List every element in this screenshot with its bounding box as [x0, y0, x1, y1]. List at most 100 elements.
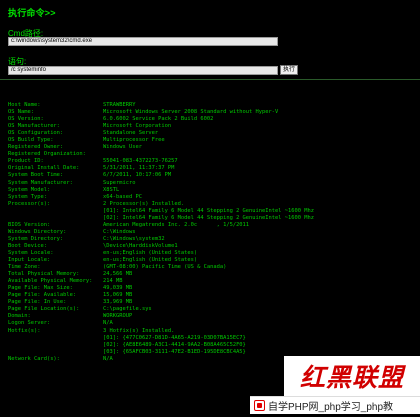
sysinfo-value: N/A [103, 320, 113, 327]
sysinfo-key: Processor(s): [8, 200, 51, 207]
sysinfo-row: [03]: {65AFCB03-3111-47E2-B1ED-195DE8CBC… [8, 349, 314, 356]
sysinfo-row: [01]: Intel64 Family 6 Model 44 Stepping… [8, 208, 314, 215]
sysinfo-value: 6/7/2011, 10:17:06 PM [103, 172, 172, 179]
sysinfo-row: Hotfix(s): 3 Hotfix(s) Installed. [8, 328, 314, 335]
systeminfo-output: Host Name: STRAWBERRY OS Name: Microsoft Wi… [8, 102, 314, 363]
sysinfo-key: Total Physical Memory: [8, 271, 80, 278]
sysinfo-row: Time Zone: (GMT-08:00) Pacific Time (US &… [8, 264, 314, 271]
sysinfo-key: Page File: Max Size: [8, 285, 73, 292]
sysinfo-row: OS Version: 6.0.6002 Service Pack 2 Build… [8, 116, 314, 123]
sysinfo-row: OS Configuration: Standalone Server [8, 130, 314, 137]
sysinfo-value: 5/31/2011, 11:37:37 PM [103, 165, 175, 172]
sysinfo-row: Total Physical Memory: 24,566 MB [8, 271, 314, 278]
sysinfo-row: Page File: In Use: 33,969 MB [8, 299, 314, 306]
sysinfo-key: Time Zone: [8, 264, 41, 271]
sysinfo-key: OS Configuration: [8, 130, 64, 137]
sysinfo-key: Original Install Date: [8, 165, 80, 172]
sysinfo-value: Standalone Server [103, 130, 159, 137]
sysinfo-value: Microsoft Windows Server 2008 Standard w… [103, 109, 279, 116]
sysinfo-row: [02]: {AE8E6489-A3C1-4414-9AA2-B08A465C5… [8, 342, 314, 349]
sysinfo-value: X8STL [103, 186, 120, 193]
sysinfo-value: 214 MB [103, 278, 123, 285]
sysinfo-value: WORKGROUP [103, 313, 133, 320]
sysinfo-value: 6.0.6002 Service Pack 2 Build 6002 [103, 116, 214, 123]
sysinfo-row: System Model: X8STL [8, 187, 314, 194]
sysinfo-row: [01]: {477C0627-D81D-4A65-A219-03D07BA15… [8, 335, 314, 342]
sysinfo-key [8, 342, 103, 349]
sysinfo-key: OS Version: [8, 116, 44, 123]
sysinfo-row: Domain: WORKGROUP [8, 313, 314, 320]
sysinfo-value: [02]: {AE8E6489-A3C1-4414-9AA2-B08A465C5… [103, 341, 246, 348]
sysinfo-key: System Locale: [8, 249, 54, 256]
sysinfo-row: System Manufacturer: Supermicro [8, 180, 314, 187]
sysinfo-value: [02]: Intel64 Family 6 Model 44 Stepping… [103, 214, 314, 221]
sysinfo-row: OS Build Type: Multiprocessor Free [8, 137, 314, 144]
sysinfo-row: Page File: Available: 15,069 MB [8, 292, 314, 299]
cmd-path-input[interactable]: c:\windows\system32\cmd.exe [8, 37, 278, 46]
sysinfo-key: Page File: In Use: [8, 299, 67, 306]
sysinfo-value: 2 Processor(s) Installed. [103, 200, 185, 207]
watermark-icon [254, 400, 265, 411]
sysinfo-value: en-us;English (United States) [103, 257, 198, 264]
sysinfo-value: C:\pagefile.sys [103, 306, 152, 313]
sysinfo-row: System Boot Time: 6/7/2011, 10:17:06 PM [8, 172, 314, 179]
sysinfo-row: Original Install Date: 5/31/2011, 11:37:3… [8, 165, 314, 172]
sysinfo-value: Microsoft Corporation [103, 123, 172, 130]
sysinfo-row: Registered Owner: Windows User [8, 144, 314, 151]
sysinfo-key: Page File: Available: [8, 292, 77, 299]
sysinfo-key: Network Card(s): [8, 355, 60, 362]
sysinfo-value: 15,069 MB [103, 292, 133, 299]
sysinfo-row: Host Name: STRAWBERRY [8, 102, 314, 109]
sysinfo-row: Page File: Max Size: 49,039 MB [8, 285, 314, 292]
sysinfo-value: [01]: {477C0627-D81D-4A65-A219-03D07BA15… [103, 334, 246, 341]
sysinfo-value: 49,039 MB [103, 285, 133, 292]
sysinfo-row: Input Locale: en-us;English (United State… [8, 257, 314, 264]
sysinfo-row: System Locale: en-us;English (United Stat… [8, 250, 314, 257]
command-input[interactable]: /c systeminfo [8, 66, 278, 75]
sysinfo-value: STRAWBERRY [103, 102, 136, 108]
sysinfo-row: Windows Directory: C:\Windows [8, 229, 314, 236]
sysinfo-key: System Directory: [8, 235, 64, 242]
sysinfo-key: System Model: [8, 186, 51, 193]
sysinfo-key: Page File Location(s): [8, 306, 80, 313]
site-logo: 红黑联盟 [284, 356, 420, 396]
sysinfo-key: Product ID: [8, 158, 44, 165]
sysinfo-key: Registered Organization: [8, 151, 86, 158]
sysinfo-value: 3 Hotfix(s) Installed. [103, 327, 175, 334]
sysinfo-value: C:\Windows\system32 [103, 235, 165, 242]
sysinfo-row: Processor(s): 2 Processor(s) Installed. [8, 201, 314, 208]
sysinfo-row: Available Physical Memory: 214 MB [8, 278, 314, 285]
sysinfo-row: OS Manufacturer: Microsoft Corporation [8, 123, 314, 130]
sysinfo-value: (GMT-08:00) Pacific Time (US & Canada) [103, 264, 227, 271]
sysinfo-key: Hotfix(s): [8, 327, 41, 334]
sysinfo-key: Available Physical Memory: [8, 278, 93, 285]
sysinfo-key: Registered Owner: [8, 144, 64, 151]
sysinfo-row: System Directory: C:\Windows\system32 [8, 236, 314, 243]
watermark-banner: 自学PHP网_php学习_php教 [250, 396, 420, 414]
sysinfo-key: BIOS Version: [8, 221, 51, 228]
sysinfo-key: System Boot Time: [8, 172, 64, 179]
sysinfo-key: Host Name: [8, 102, 41, 108]
sysinfo-key: Domain: [8, 313, 31, 320]
sysinfo-value: 55041-083-4372273-76257 [103, 158, 178, 165]
execute-button[interactable]: 执行 [280, 65, 298, 75]
sysinfo-key: Input Locale: [8, 257, 51, 264]
sysinfo-key: Boot Device: [8, 242, 47, 249]
sysinfo-key: Logon Server: [8, 320, 51, 327]
sysinfo-key [8, 349, 103, 356]
sysinfo-key: System Manufacturer: [8, 179, 73, 186]
sysinfo-value: American Megatrends Inc. 2.0c , 1/5/2011 [103, 221, 250, 228]
sysinfo-row: [02]: Intel64 Family 6 Model 44 Stepping… [8, 215, 314, 222]
sysinfo-key [8, 215, 103, 222]
sysinfo-key: OS Build Type: [8, 137, 54, 144]
sysinfo-row: System Type: x64-based PC [8, 194, 314, 201]
divider [0, 79, 420, 80]
sysinfo-value: Windows User [103, 144, 142, 151]
page-title: 执行命令>> [8, 8, 56, 18]
sysinfo-row: Registered Organization: [8, 151, 314, 158]
sysinfo-row: OS Name: Microsoft Windows Server 2008 St… [8, 109, 314, 116]
sysinfo-key: OS Name: [8, 109, 34, 116]
sysinfo-row: Boot Device: \Device\HarddiskVolume1 [8, 243, 314, 250]
sysinfo-key: System Type: [8, 193, 47, 200]
sysinfo-value: [03]: {65AFCB03-3111-47E2-B1ED-195DE8CBC… [103, 348, 246, 355]
